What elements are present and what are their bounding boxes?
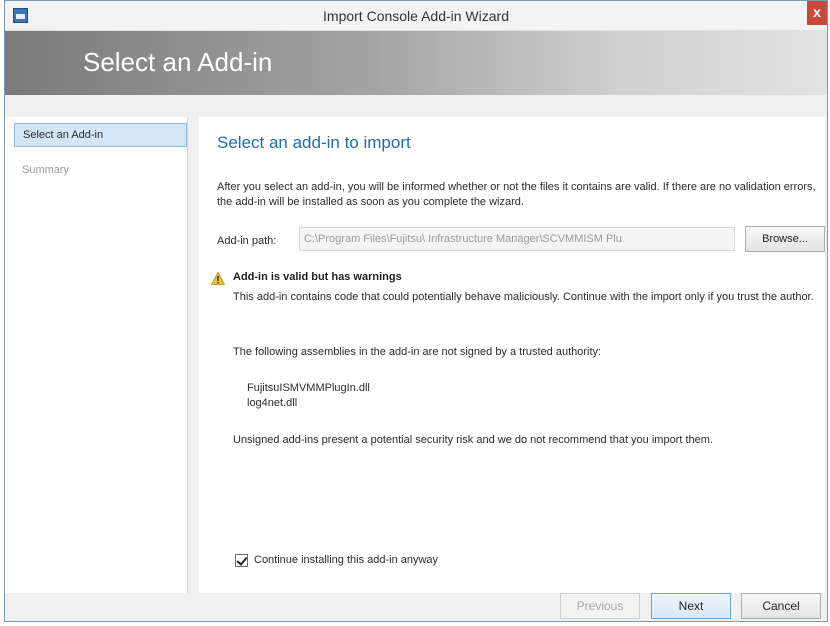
add-in-path-field[interactable]: C:\Program Files\Fujitsu\ Infrastructure… xyxy=(299,227,735,251)
security-risk-note: Unsigned add-ins present a potential sec… xyxy=(233,434,713,446)
warning-title: Add-in is valid but has warnings xyxy=(233,271,402,283)
assembly-item: log4net.dll xyxy=(247,397,298,409)
cancel-button[interactable]: Cancel xyxy=(741,593,821,619)
wizard-footer: Previous Next Cancel xyxy=(5,593,827,621)
browse-button[interactable]: Browse... xyxy=(745,226,825,252)
assembly-list: FujitsuISMVMMPlugIn.dll log4net.dll xyxy=(247,381,370,411)
nav-item-select-add-in[interactable]: Select an Add-in xyxy=(14,123,187,147)
wizard-steps-sidebar: Select an Add-in Summary xyxy=(5,117,188,593)
window-title: Import Console Add-in Wizard xyxy=(323,8,509,24)
banner-title: Select an Add-in xyxy=(83,47,273,77)
wizard-content: Select an add-in to import After you sel… xyxy=(199,117,825,593)
warning-body: This add-in contains code that could pot… xyxy=(233,291,814,303)
continue-anyway-label[interactable]: Continue installing this add-in anyway xyxy=(254,554,438,566)
unsigned-assemblies-intro: The following assemblies in the add-in a… xyxy=(233,346,602,358)
continue-anyway-checkbox[interactable] xyxy=(235,554,248,567)
add-in-path-label: Add-in path: xyxy=(217,235,277,247)
close-button[interactable]: x xyxy=(807,1,827,25)
warning-icon xyxy=(211,272,225,285)
previous-button[interactable]: Previous xyxy=(560,593,640,619)
page-heading: Select an add-in to import xyxy=(217,133,411,152)
nav-item-summary: Summary xyxy=(22,164,70,176)
wizard-window: Import Console Add-in Wizard x Select an… xyxy=(4,0,828,622)
title-bar: Import Console Add-in Wizard x xyxy=(5,1,827,31)
wizard-banner: Select an Add-in xyxy=(5,31,827,95)
intro-text: After you select an add-in, you will be … xyxy=(217,181,816,208)
next-button[interactable]: Next xyxy=(651,593,731,619)
assembly-item: FujitsuISMVMMPlugIn.dll xyxy=(247,382,370,394)
